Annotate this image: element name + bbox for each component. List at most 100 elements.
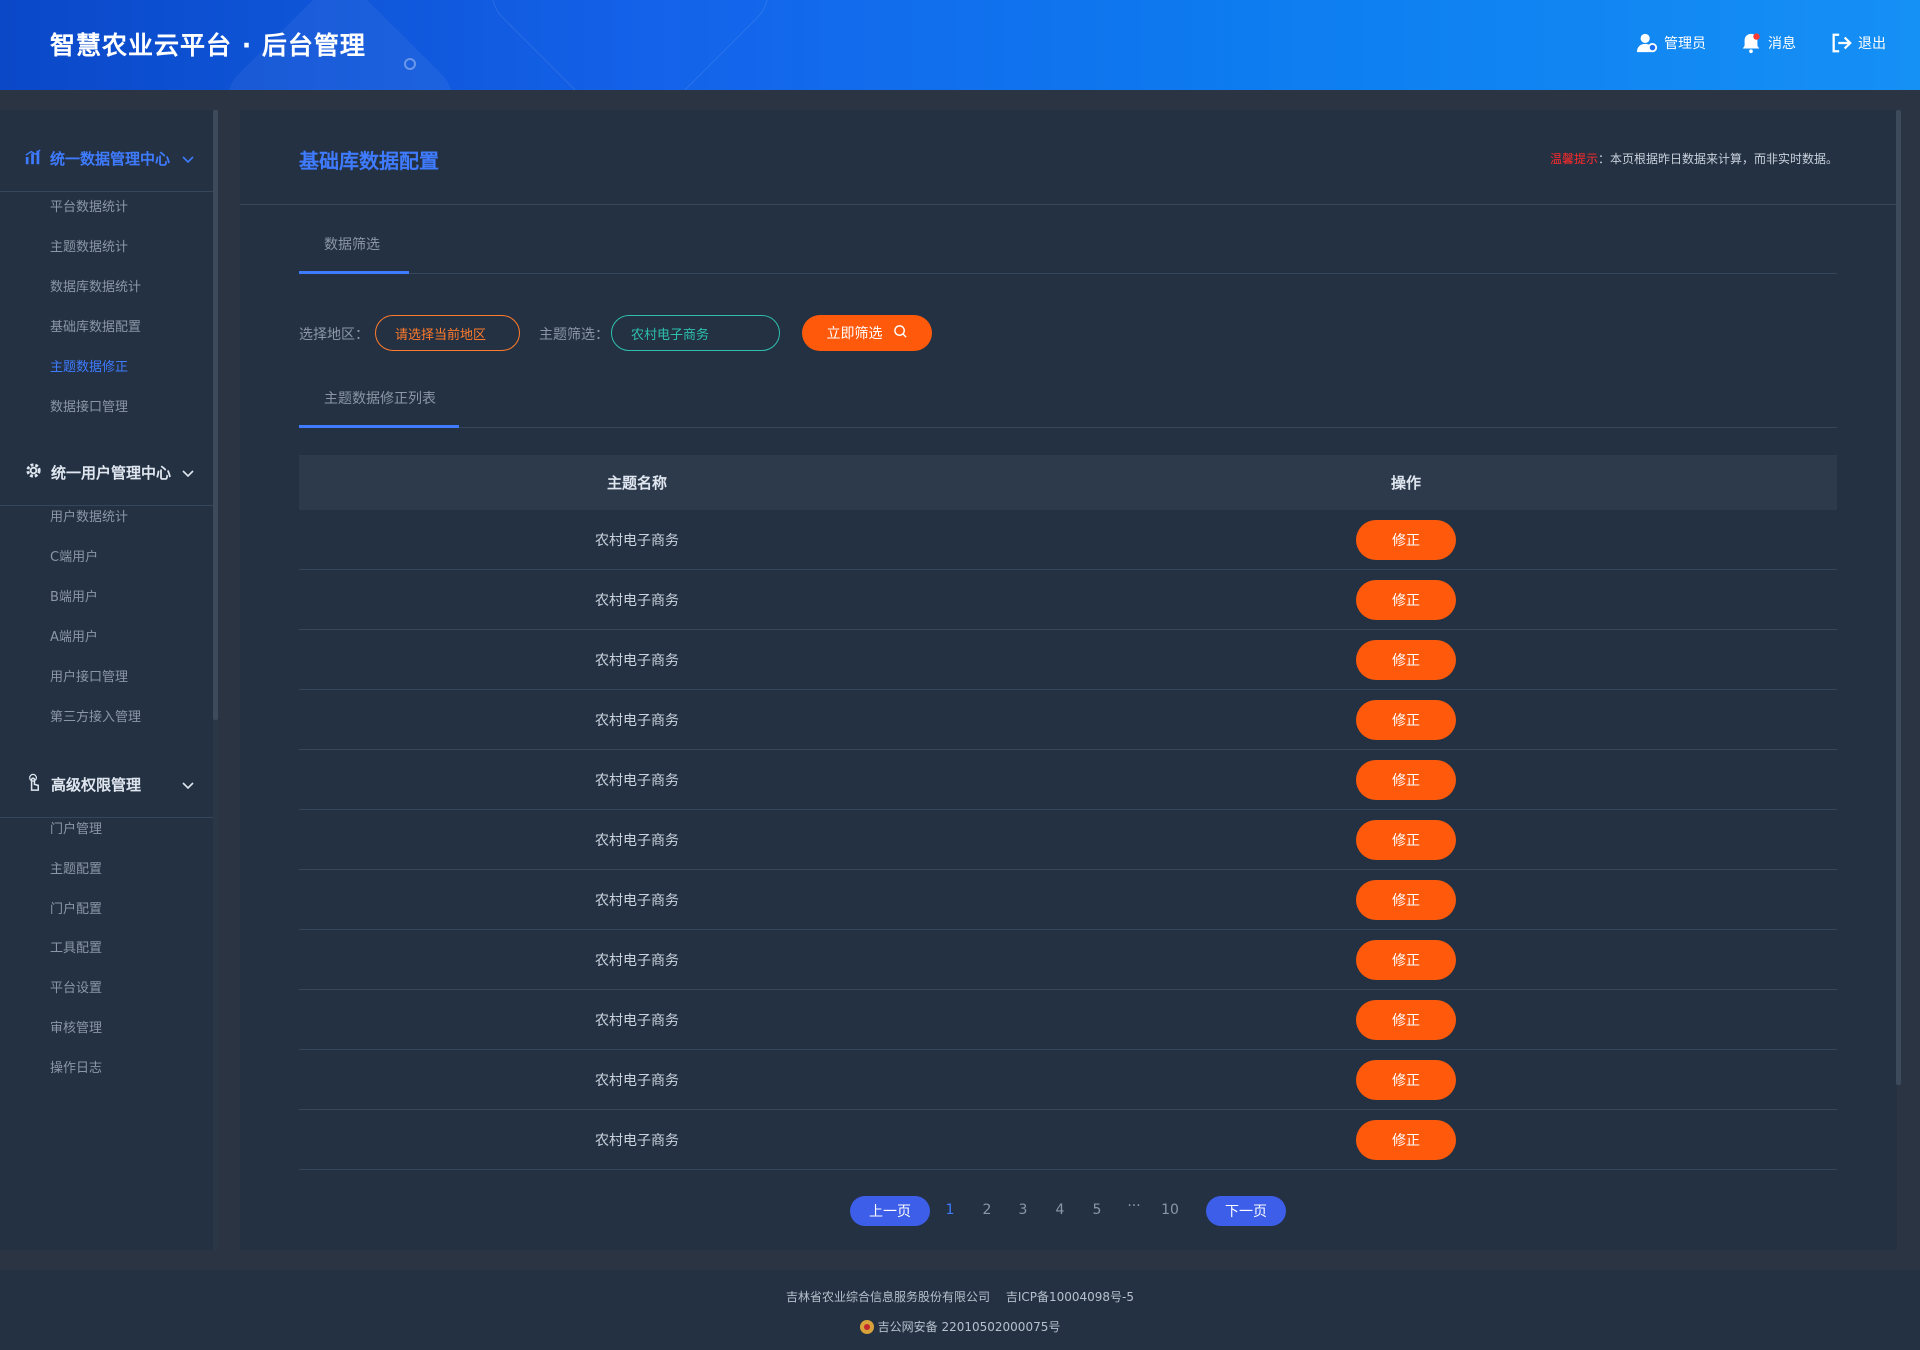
footer-icp[interactable]: 吉ICP备10004098号-5 — [1006, 1290, 1134, 1304]
page-number[interactable]: 10 — [1156, 1202, 1184, 1218]
page-number[interactable]: 1 — [939, 1202, 961, 1218]
sidebar-item-operation-log[interactable]: 操作日志 — [50, 1057, 102, 1076]
correction-table: 主题名称 操作 农村电子商务 修正 农村电子商务 修正 农村电子商务 修正 农村电子商务 修正… — [299, 455, 1837, 1170]
correct-button[interactable]: 修正 — [1356, 639, 1456, 680]
topic-select[interactable]: 农村电子商务 — [611, 315, 780, 351]
correct-button[interactable]: 修正 — [1356, 759, 1456, 800]
action-cell: 修正 — [975, 879, 1837, 920]
page-number[interactable]: 4 — [1049, 1202, 1071, 1218]
sidebar-item-user-stats[interactable]: 用户数据统计 — [50, 506, 128, 525]
correct-button[interactable]: 修正 — [1356, 819, 1456, 860]
sidebar-group-permissions[interactable]: 高级权限管理 — [0, 752, 213, 818]
touch-hand-icon — [24, 773, 43, 796]
topic-name-cell: 农村电子商务 — [595, 892, 679, 909]
logout-icon — [1830, 32, 1852, 54]
footer: 吉林省农业综合信息服务股份有限公司 吉ICP备10004098号-5 吉公网安备… — [0, 1270, 1920, 1350]
sidebar-item-review-mgmt[interactable]: 审核管理 — [50, 1017, 102, 1036]
sidebar-item-user-api[interactable]: 用户接口管理 — [50, 666, 128, 685]
topic-name-cell: 农村电子商务 — [595, 652, 679, 669]
header-actions: 管理员 消息 退出 — [1636, 32, 1886, 54]
sidebar-item-c-users[interactable]: C端用户 — [50, 546, 98, 565]
admin-label: 管理员 — [1664, 36, 1706, 52]
tab-active-indicator — [299, 271, 409, 274]
action-cell: 修正 — [975, 999, 1837, 1040]
topic-name-cell: 农村电子商务 — [595, 532, 679, 549]
correct-button[interactable]: 修正 — [1356, 939, 1456, 980]
action-cell: 修正 — [975, 819, 1837, 860]
correct-button[interactable]: 修正 — [1356, 879, 1456, 920]
filter-submit-button[interactable]: 立即筛选 — [802, 315, 932, 351]
page-number[interactable]: 2 — [976, 1202, 998, 1218]
chevron-down-icon — [181, 152, 195, 166]
sidebar-item-third-party[interactable]: 第三方接入管理 — [50, 706, 141, 725]
filter-submit-label: 立即筛选 — [826, 326, 883, 342]
table-row: 农村电子商务 修正 — [299, 1110, 1837, 1170]
correct-button[interactable]: 修正 — [1356, 1119, 1456, 1160]
action-cell: 修正 — [975, 579, 1837, 620]
messages-label: 消息 — [1768, 36, 1796, 52]
topic-name-cell: 农村电子商务 — [595, 1132, 679, 1149]
sidebar-item-platform-stats[interactable]: 平台数据统计 — [50, 196, 128, 215]
correct-button[interactable]: 修正 — [1356, 999, 1456, 1040]
tab-data-filter[interactable]: 数据筛选 — [324, 234, 380, 254]
column-header-action: 操作 — [1390, 474, 1421, 492]
sidebar-item-a-users[interactable]: A端用户 — [50, 626, 98, 645]
divider — [299, 427, 1837, 428]
logout-button[interactable]: 退出 — [1830, 32, 1886, 54]
topic-name-cell: 农村电子商务 — [595, 832, 679, 849]
table-row: 农村电子商务 修正 — [299, 750, 1837, 810]
next-page-button[interactable]: 下一页 — [1206, 1196, 1286, 1226]
pagination: 上一页 1 2 3 4 5 ··· 10 下一页 — [240, 1196, 1897, 1226]
table-row: 农村电子商务 修正 — [299, 690, 1837, 750]
tab-correction-list[interactable]: 主题数据修正列表 — [324, 388, 436, 408]
correct-button[interactable]: 修正 — [1356, 519, 1456, 560]
sidebar-item-b-users[interactable]: B端用户 — [50, 586, 98, 605]
sidebar-item-topic-config[interactable]: 主题配置 — [50, 858, 102, 877]
sidebar-item-data-api[interactable]: 数据接口管理 — [50, 396, 128, 415]
region-filter-label: 选择地区： — [299, 327, 369, 343]
chevron-down-icon — [181, 466, 195, 480]
correct-button[interactable]: 修正 — [1356, 1059, 1456, 1100]
search-icon — [893, 324, 908, 343]
table-row: 农村电子商务 修正 — [299, 870, 1837, 930]
sidebar-item-portal-mgmt[interactable]: 门户管理 — [50, 818, 102, 837]
region-select[interactable]: 请选择当前地区 — [375, 315, 520, 351]
police-emblem-icon — [859, 1319, 874, 1334]
action-cell: 修正 — [975, 519, 1837, 560]
sidebar-scrollbar[interactable] — [213, 110, 218, 720]
page-number[interactable]: 5 — [1086, 1202, 1108, 1218]
footer-police-record[interactable]: 吉公网安备 22010502000075号 — [878, 1318, 1061, 1335]
sidebar-item-base-config[interactable]: 基础库数据配置 — [50, 316, 141, 335]
topic-name-cell: 农村电子商务 — [595, 772, 679, 789]
admin-button[interactable]: 管理员 — [1636, 32, 1706, 54]
main-scrollbar[interactable] — [1896, 110, 1901, 1085]
sidebar-item-topic-correction[interactable]: 主题数据修正 — [50, 356, 128, 375]
data-tip: 温馨提示：本页根据昨日数据来计算，而非实时数据。 — [1550, 150, 1838, 167]
chevron-down-icon — [181, 778, 195, 792]
sidebar-group-data-center[interactable]: 统一数据管理中心 — [0, 126, 213, 192]
page-title: 基础库数据配置 — [299, 149, 439, 173]
footer-line: 吉公网安备 22010502000075号 — [0, 1318, 1920, 1335]
correct-button[interactable]: 修正 — [1356, 699, 1456, 740]
page-number[interactable]: 3 — [1012, 1202, 1034, 1218]
table-body: 农村电子商务 修正 农村电子商务 修正 农村电子商务 修正 农村电子商务 修正 农村电子商务 修正… — [299, 510, 1837, 1170]
correct-button[interactable]: 修正 — [1356, 579, 1456, 620]
table-row: 农村电子商务 修正 — [299, 570, 1837, 630]
top-header: 智慧农业云平台 · 后台管理 管理员 消息 退出 — [0, 0, 1920, 90]
table-row: 农村电子商务 修正 — [299, 1050, 1837, 1110]
messages-button[interactable]: 消息 — [1740, 32, 1796, 54]
action-cell: 修正 — [975, 1059, 1837, 1100]
sidebar-item-platform-settings[interactable]: 平台设置 — [50, 977, 102, 996]
sidebar-group-user-center[interactable]: 统一用户管理中心 — [0, 440, 213, 506]
topic-name-cell: 农村电子商务 — [595, 1012, 679, 1029]
sidebar-group-label: 统一用户管理中心 — [51, 464, 172, 482]
topic-name-cell: 农村电子商务 — [595, 952, 679, 969]
sidebar-item-portal-config[interactable]: 门户配置 — [50, 898, 102, 917]
sidebar-item-tool-config[interactable]: 工具配置 — [50, 937, 102, 956]
bell-icon — [1740, 32, 1762, 54]
prev-page-button[interactable]: 上一页 — [850, 1196, 930, 1226]
page-ellipsis: ··· — [1127, 1198, 1141, 1214]
sidebar-item-topic-stats[interactable]: 主题数据统计 — [50, 236, 128, 255]
sidebar-item-db-stats[interactable]: 数据库数据统计 — [50, 276, 141, 295]
topic-name-cell: 农村电子商务 — [595, 712, 679, 729]
